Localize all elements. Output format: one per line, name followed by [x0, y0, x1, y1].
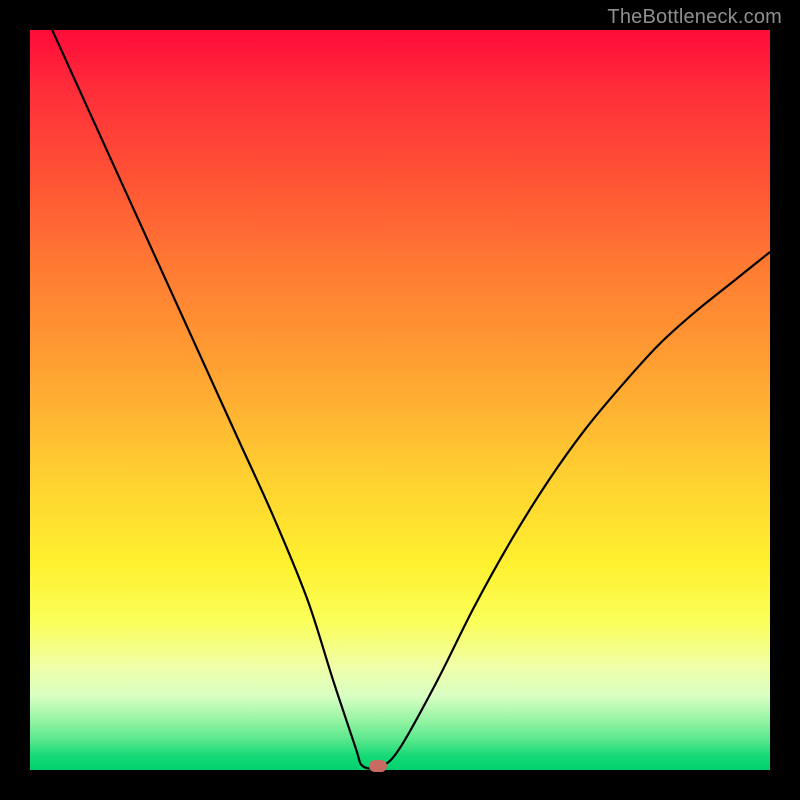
curve-path: [52, 30, 770, 769]
optimal-point-marker: [369, 760, 387, 772]
plot-area: [30, 30, 770, 770]
chart-frame: TheBottleneck.com: [0, 0, 800, 800]
bottleneck-curve: [30, 30, 770, 770]
watermark-text: TheBottleneck.com: [607, 6, 782, 29]
